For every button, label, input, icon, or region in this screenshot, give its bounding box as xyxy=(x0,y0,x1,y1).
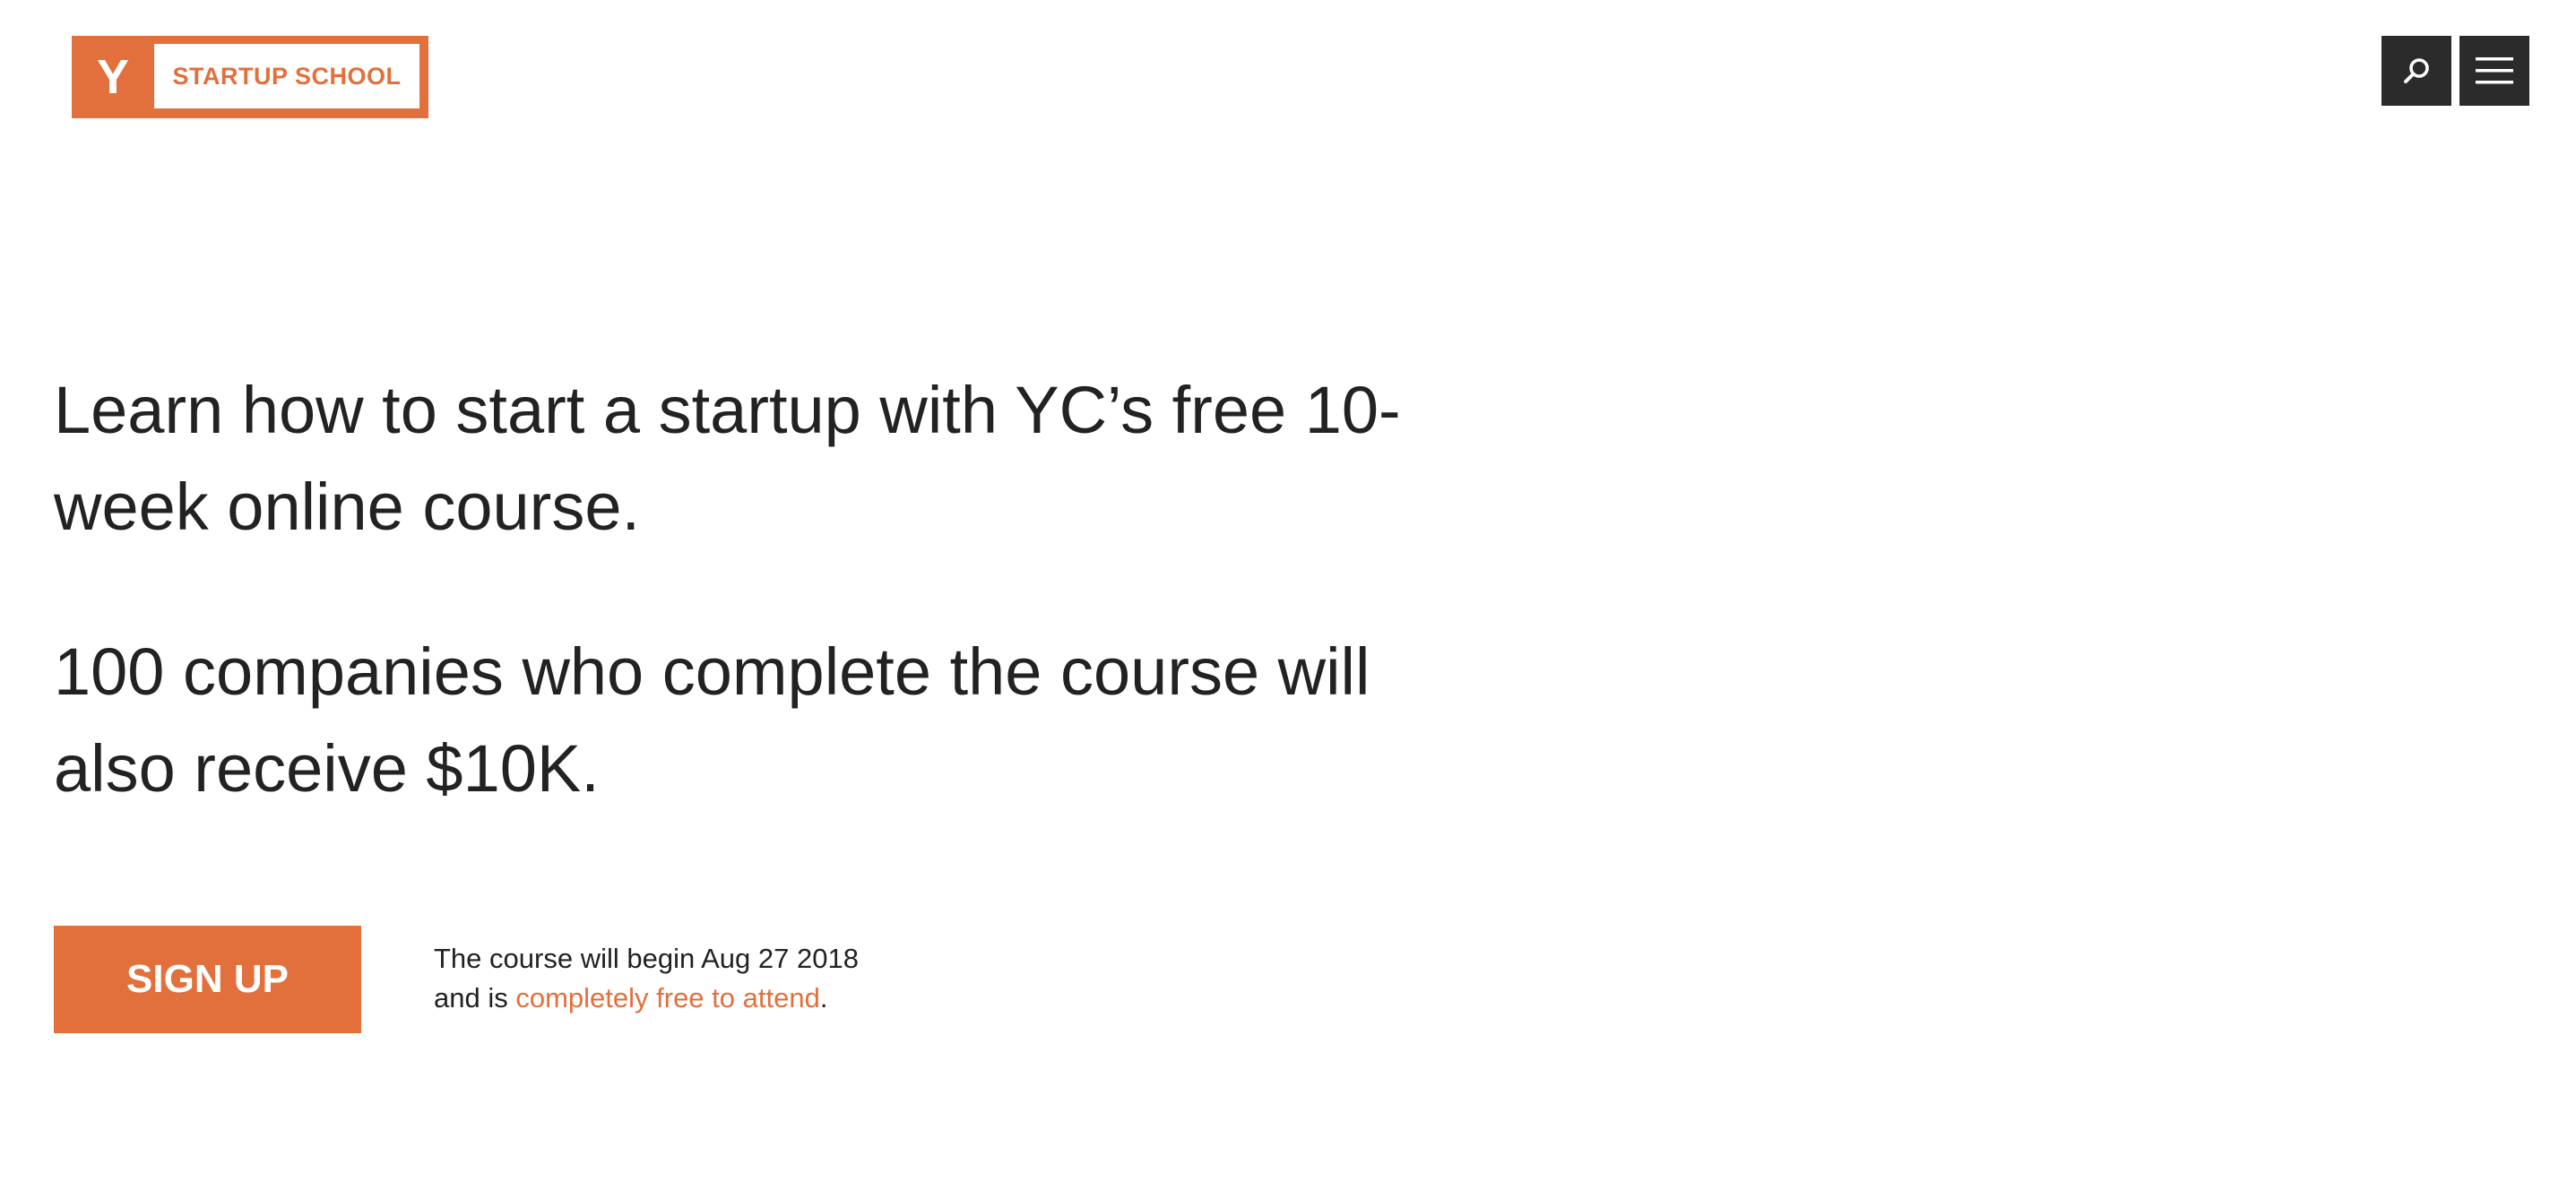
course-free-prefix: and is xyxy=(434,982,516,1014)
startup-school-logo[interactable]: Y STARTUP SCHOOL xyxy=(72,36,428,118)
menu-button[interactable] xyxy=(2459,36,2529,106)
logo-text: STARTUP SCHOOL xyxy=(154,44,419,108)
course-start-note: The course will begin Aug 27 2018 and is… xyxy=(434,939,1061,1018)
course-free-line: and is completely free to attend. xyxy=(434,979,1061,1018)
course-start-date-text: The course will begin Aug 27 2018 xyxy=(434,943,859,974)
hero-headline-course: Learn how to start a startup with YC’s f… xyxy=(54,373,1401,544)
hamburger-menu-icon xyxy=(2476,57,2513,84)
yc-logo-letter: Y xyxy=(96,50,130,104)
hero-headline-funding: 100 companies who complete the course wi… xyxy=(54,634,1370,806)
course-free-suffix: . xyxy=(819,982,828,1014)
search-button[interactable] xyxy=(2382,36,2451,106)
sign-up-button[interactable]: SIGN UP xyxy=(54,926,361,1033)
free-to-attend-link[interactable]: completely free to attend xyxy=(515,982,819,1014)
search-icon xyxy=(2404,58,2429,83)
